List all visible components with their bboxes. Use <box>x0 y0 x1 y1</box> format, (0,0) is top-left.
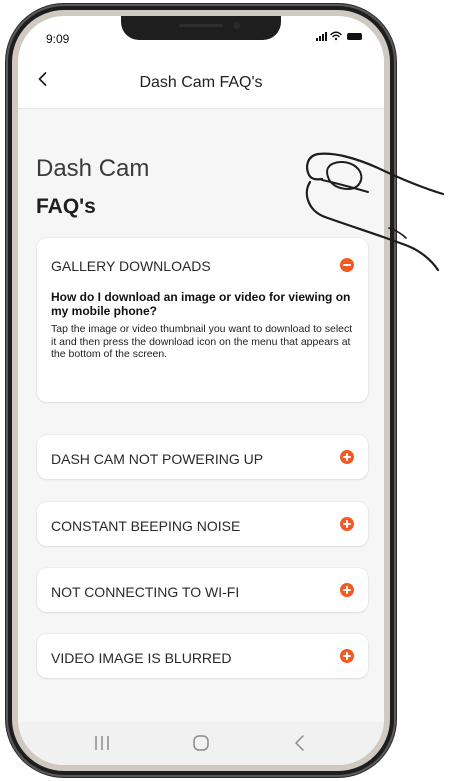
battery-icon <box>347 32 362 40</box>
faq-title: NOT CONNECTING TO WI-FI <box>51 584 240 600</box>
faq-title: VIDEO IMAGE IS BLURRED <box>51 650 232 666</box>
camera-notch <box>121 16 281 40</box>
faq-card-beeping-noise[interactable]: CONSTANT BEEPING NOISE <box>37 502 368 546</box>
app-header: Dash Cam FAQ's <box>18 56 384 109</box>
collapse-button[interactable] <box>340 258 354 272</box>
faq-card-wifi[interactable]: NOT CONNECTING TO WI-FI <box>37 568 368 612</box>
phone-screen: 9:09 Dash Cam FAQ's Dash Cam FAQ's GALLE… <box>18 16 384 765</box>
faq-title: GALLERY DOWNLOADS <box>51 258 211 274</box>
mockup-stage: 9:09 Dash Cam FAQ's Dash Cam FAQ's GALLE… <box>0 0 454 781</box>
expand-button[interactable] <box>340 450 354 464</box>
android-nav-bar <box>18 722 384 765</box>
recents-button[interactable] <box>82 728 122 758</box>
heading-line1: Dash Cam <box>36 155 150 182</box>
recents-icon <box>95 736 109 750</box>
faq-question: How do I download an image or video for … <box>51 290 351 318</box>
home-icon <box>193 735 209 751</box>
faq-title: CONSTANT BEEPING NOISE <box>51 518 241 534</box>
expand-button[interactable] <box>340 649 354 663</box>
faq-title: DASH CAM NOT POWERING UP <box>51 451 264 467</box>
faq-answer: Tap the image or video thumbnail you wan… <box>51 323 353 360</box>
nav-back-icon <box>295 735 304 751</box>
status-icons <box>316 31 362 41</box>
expand-button[interactable] <box>340 517 354 531</box>
faq-card-gallery-downloads[interactable]: GALLERY DOWNLOADS How do I download an i… <box>37 238 368 402</box>
speaker-grille <box>179 24 223 27</box>
faq-card-blurred-video[interactable]: VIDEO IMAGE IS BLURRED <box>37 634 368 678</box>
faq-card-not-powering-up[interactable]: DASH CAM NOT POWERING UP <box>37 435 368 479</box>
system-back-button[interactable] <box>280 728 320 758</box>
home-button[interactable] <box>181 728 221 758</box>
status-time: 9:09 <box>46 32 70 46</box>
expand-button[interactable] <box>340 583 354 597</box>
page-title: Dash Cam FAQ's <box>139 74 263 91</box>
faq-content: Dash Cam FAQ's GALLERY DOWNLOADS How do … <box>18 109 384 722</box>
camera-icon <box>233 22 240 29</box>
wifi-icon <box>330 31 342 41</box>
signal-icon <box>316 31 327 41</box>
heading-line2: FAQ's <box>36 195 96 218</box>
